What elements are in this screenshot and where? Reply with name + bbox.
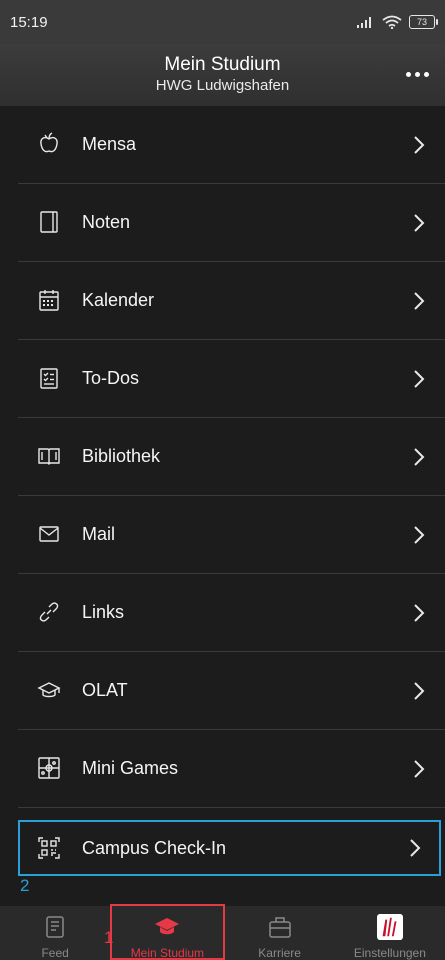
annotation-marker-2: 2 — [20, 876, 30, 895]
qr-code-icon — [37, 836, 61, 860]
menu-item-label: OLAT — [82, 680, 128, 700]
nav-item-einstellungen[interactable]: Einstellungen — [335, 906, 445, 960]
wifi-icon — [382, 15, 402, 29]
chevron-right-icon — [413, 525, 425, 545]
nav-label: Mein Studium — [130, 946, 205, 960]
study-menu: Mensa Noten Kalender To-Dos Bibliothek M… — [0, 106, 445, 876]
battery-icon: 73 — [409, 15, 438, 29]
battery-level: 73 — [416, 17, 427, 27]
game-grid-icon — [37, 756, 61, 780]
menu-item-mensa[interactable]: Mensa — [18, 106, 445, 184]
chevron-right-icon — [409, 838, 421, 858]
chevron-right-icon — [413, 291, 425, 311]
more-dot-icon — [414, 71, 420, 77]
menu-item-mini-games[interactable]: Mini Games — [18, 730, 445, 808]
page-title: Mein Studium — [164, 54, 281, 75]
status-icons: 73 — [357, 15, 438, 29]
menu-item-label: To-Dos — [82, 368, 140, 388]
page-subtitle: HWG Ludwigshafen — [155, 77, 290, 94]
menu-item-label: Links — [82, 602, 125, 622]
menu-item-campus-check-in[interactable]: Campus Check-In — [18, 820, 441, 876]
status-bar: 15:19 73 — [0, 0, 445, 44]
feed-icon — [42, 914, 68, 940]
graduation-cap-icon — [154, 914, 180, 940]
chevron-right-icon — [413, 603, 425, 623]
nav-item-feed[interactable]: Feed — [0, 906, 110, 960]
menu-item-mail[interactable]: Mail — [18, 496, 445, 574]
calendar-icon — [37, 288, 61, 312]
more-dot-icon — [405, 71, 411, 77]
checklist-icon — [37, 366, 61, 390]
app-screen: 15:19 73 Mein Studium HWG Ludwigshafen M… — [0, 0, 445, 960]
book-icon — [37, 444, 61, 468]
briefcase-icon — [267, 914, 293, 940]
more-dot-icon — [423, 71, 429, 77]
chevron-right-icon — [413, 135, 425, 155]
menu-item-kalender[interactable]: Kalender — [18, 262, 445, 340]
bottom-navigation: Feed Mein Studium Karriere Einstellungen — [0, 904, 445, 960]
chevron-right-icon — [413, 759, 425, 779]
notebook-icon — [37, 210, 61, 234]
annotation-marker-1: 1 — [104, 928, 114, 947]
menu-item-todos[interactable]: To-Dos — [18, 340, 445, 418]
chevron-right-icon — [413, 447, 425, 467]
status-time: 15:19 — [10, 13, 48, 31]
nav-label: Einstellungen — [353, 946, 426, 960]
chevron-right-icon — [413, 369, 425, 389]
menu-item-label: Mail — [82, 524, 116, 544]
apple-icon — [37, 132, 61, 156]
menu-item-label: Bibliothek — [82, 446, 161, 466]
more-options-button[interactable] — [403, 62, 431, 86]
nav-item-mein-studium[interactable]: Mein Studium — [110, 904, 225, 960]
graduation-cap-icon — [37, 678, 61, 702]
logo-icon — [376, 914, 403, 940]
menu-item-bibliothek[interactable]: Bibliothek — [18, 418, 445, 496]
menu-item-noten[interactable]: Noten — [18, 184, 445, 262]
menu-item-olat[interactable]: OLAT — [18, 652, 445, 730]
menu-item-label: Campus Check-In — [82, 837, 227, 858]
menu-item-links[interactable]: Links — [18, 574, 445, 652]
nav-item-karriere[interactable]: Karriere — [225, 906, 335, 960]
nav-label: Karriere — [258, 946, 301, 960]
menu-item-label: Mini Games — [82, 758, 179, 778]
menu-item-label: Mensa — [82, 134, 137, 154]
chevron-right-icon — [413, 681, 425, 701]
chevron-right-icon — [413, 213, 425, 233]
menu-item-label: Noten — [82, 212, 131, 232]
menu-item-label: Kalender — [82, 290, 155, 310]
signal-icon — [357, 17, 371, 28]
link-icon — [37, 600, 61, 624]
nav-label: Feed — [41, 946, 69, 960]
app-header: Mein Studium HWG Ludwigshafen — [0, 44, 445, 106]
mail-icon — [37, 522, 61, 546]
